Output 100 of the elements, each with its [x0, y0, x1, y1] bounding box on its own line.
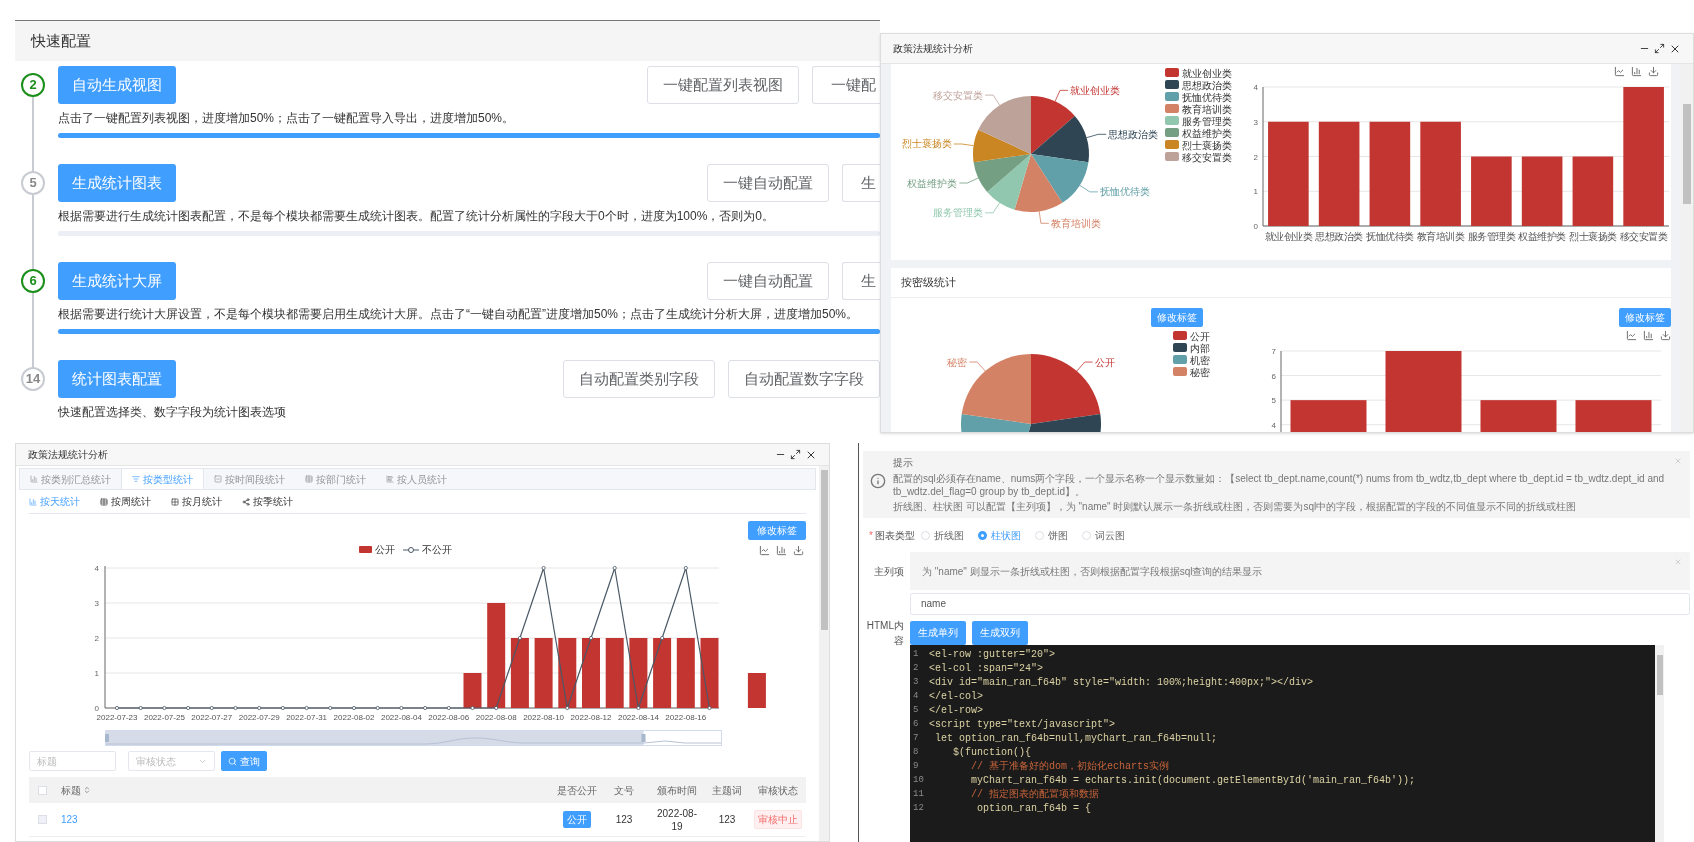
code-line: </el-col> [929, 690, 983, 704]
checkbox[interactable] [38, 785, 47, 795]
sort-icon[interactable] [83, 786, 91, 794]
config-button[interactable]: 自动配置数字字段 [728, 360, 880, 398]
legend-label: 就业创业类 [1182, 67, 1232, 79]
scrollbar[interactable] [1681, 64, 1693, 432]
column-header[interactable]: 颁布时间 [657, 782, 697, 798]
leader-line [984, 202, 1000, 214]
download-icon[interactable] [1648, 66, 1659, 77]
line-chart-icon[interactable] [1626, 330, 1637, 341]
step-number: 14 [21, 367, 45, 391]
axis-label: 2022-08-16 [665, 713, 707, 722]
radio-option[interactable]: 词云图 [1081, 527, 1125, 543]
column-header[interactable]: 标题 [61, 782, 91, 798]
step-number: 2 [21, 73, 45, 97]
subtab-icon [100, 497, 108, 506]
slice-label: 思想政治类 [1108, 128, 1159, 140]
tab[interactable]: 按部门统计 [295, 469, 376, 489]
code-line: <el-col :span="24"> [929, 662, 1044, 676]
column-header[interactable]: 主题词 [712, 782, 742, 798]
tab-icon [305, 475, 313, 483]
tab[interactable]: 按时间段统计 [204, 469, 295, 489]
line-chart-icon[interactable] [1614, 66, 1625, 77]
maximize-icon[interactable] [1654, 43, 1665, 54]
axis-label: 2022-08-02 [333, 713, 375, 722]
radio-option[interactable]: 折线图 [920, 527, 964, 543]
axis-tick-label: 4 [1253, 83, 1258, 92]
public-tag: 公开 [562, 811, 591, 828]
title-search-field[interactable]: 标题 [29, 751, 116, 771]
subtab[interactable]: 按月统计 [171, 494, 222, 509]
line-number: 10 [913, 773, 925, 787]
code-line: let option_ran_f64b=null,myChart_ran_f64b=null; [934, 732, 1218, 746]
tab[interactable]: 按类型统计 [121, 469, 204, 489]
code-line: <el-row :gutter="20"> [929, 648, 1056, 662]
bar-chart-icon[interactable] [776, 545, 787, 556]
code-line: </el-row> [929, 704, 983, 718]
axis-label: 就业创业类 [1264, 231, 1313, 242]
legend-swatch [1165, 92, 1179, 101]
radio-button[interactable] [977, 530, 987, 540]
zoom-slider[interactable] [105, 730, 722, 746]
tab-icon [132, 475, 140, 483]
subtab-icon [29, 497, 37, 506]
scrollbar[interactable] [819, 466, 829, 841]
config-button[interactable]: 一键自动配置 [707, 164, 829, 202]
axis-label: 权益维护类 [1518, 231, 1566, 242]
tab[interactable]: 按人员统计 [376, 469, 457, 489]
leader-line [968, 361, 986, 372]
axis-label: 2022-08-06 [428, 713, 470, 722]
main-column-field[interactable]: name [910, 592, 1690, 615]
config-button[interactable]: 生 [842, 262, 880, 300]
legend-swatch [1165, 152, 1179, 161]
step-description: 根据需要进行统计大屏设置，不是每个模块都需要启用生成统计大屏。点击了“一键自动配置”进度增加50%；点击了生成统计分析大屏，进度增加50%。 [58, 306, 860, 323]
config-button[interactable]: 一键配 [812, 66, 880, 104]
card-title: 按密级统计 [901, 275, 956, 291]
radio-option[interactable]: 饼图 [1034, 527, 1068, 543]
bar-chart-icon[interactable] [1631, 66, 1642, 77]
subtab[interactable]: 按周统计 [100, 494, 151, 509]
step-description: 根据需要进行生成统计图表配置，不是每个模块都需要生成统计图表。配置了统计分析属性的字段大于0个时，进度为100%，否则为0。 [58, 208, 776, 225]
axis-tick-label: 2 [94, 634, 99, 643]
subtab[interactable]: 按天统计 [29, 494, 80, 509]
config-button[interactable]: 一键配置列表视图 [647, 66, 799, 104]
scrollbar[interactable] [1655, 644, 1664, 842]
checkbox[interactable] [38, 815, 47, 824]
title-link[interactable]: 123 [61, 814, 78, 825]
config-button[interactable]: 自动配置类别字段 [563, 360, 715, 398]
axis-tick-label: 4 [1271, 420, 1276, 430]
leader-line [1076, 361, 1094, 372]
axis-tick-label: 7 [1271, 347, 1276, 356]
download-icon[interactable] [1660, 330, 1671, 341]
code-editor[interactable] [910, 644, 1664, 842]
notice-text: 配置的sql必须存在name、nums两个字段，一个显示名称一个显示数量如：【select tb_dept.name,count(*) nums from tb_wdtz,tb_dept where tb_dept.id = tb_wdtz.dept_id and tb_wdtz.del_flag=0 group by tb_dept.id】。 [893, 472, 1666, 498]
column-header[interactable]: 文号 [614, 782, 634, 798]
line-number: 7 [913, 731, 920, 745]
column-header[interactable]: 是否公开 [556, 782, 597, 798]
tab[interactable]: 按类别汇总统计 [20, 469, 121, 489]
legend-label: 机密 [1190, 354, 1210, 366]
step-description: 点击了一键配置列表视图，进度增加50%；点击了一键配置导入导出，进度增加50%。 [58, 110, 516, 127]
maximize-icon[interactable] [790, 449, 801, 460]
table-cell: 2022-08-19 [656, 806, 698, 833]
axis-label: 教育培训类 [1416, 231, 1465, 242]
code-line: // 基于准备好的dom，初始化echarts实例 [970, 759, 1170, 774]
axis-label: 2022-08-14 [617, 713, 659, 722]
config-button[interactable]: 一键自动配置 [707, 262, 829, 300]
config-button[interactable]: 生 [842, 164, 880, 202]
required-mark: * [869, 528, 873, 543]
line-number: 11 [913, 787, 925, 801]
hint-text: 为 "name" 则显示一条折线或柱图，否则根据配置字段根据sql查询的结果显示 [922, 564, 1263, 579]
bar-chart-icon[interactable] [1643, 330, 1654, 341]
slice-label: 移交安置类 [933, 89, 984, 101]
table-row[interactable]: 123 公开 123 2022-08-19 123 审核中止 [29, 803, 806, 837]
axis-tick-label: 3 [1253, 117, 1258, 127]
legend-label: 思想政治类 [1182, 79, 1232, 91]
line-chart-icon[interactable] [759, 545, 770, 556]
download-icon[interactable] [793, 545, 804, 556]
field-label: 图表类型 [874, 528, 915, 543]
field-label: 主列项 [873, 565, 905, 579]
pie-slice [1031, 116, 1089, 163]
subtab[interactable]: 按季统计 [242, 494, 293, 509]
radio-option[interactable]: 柱状图 [977, 527, 1021, 543]
column-header[interactable]: 审核状态 [757, 782, 798, 798]
